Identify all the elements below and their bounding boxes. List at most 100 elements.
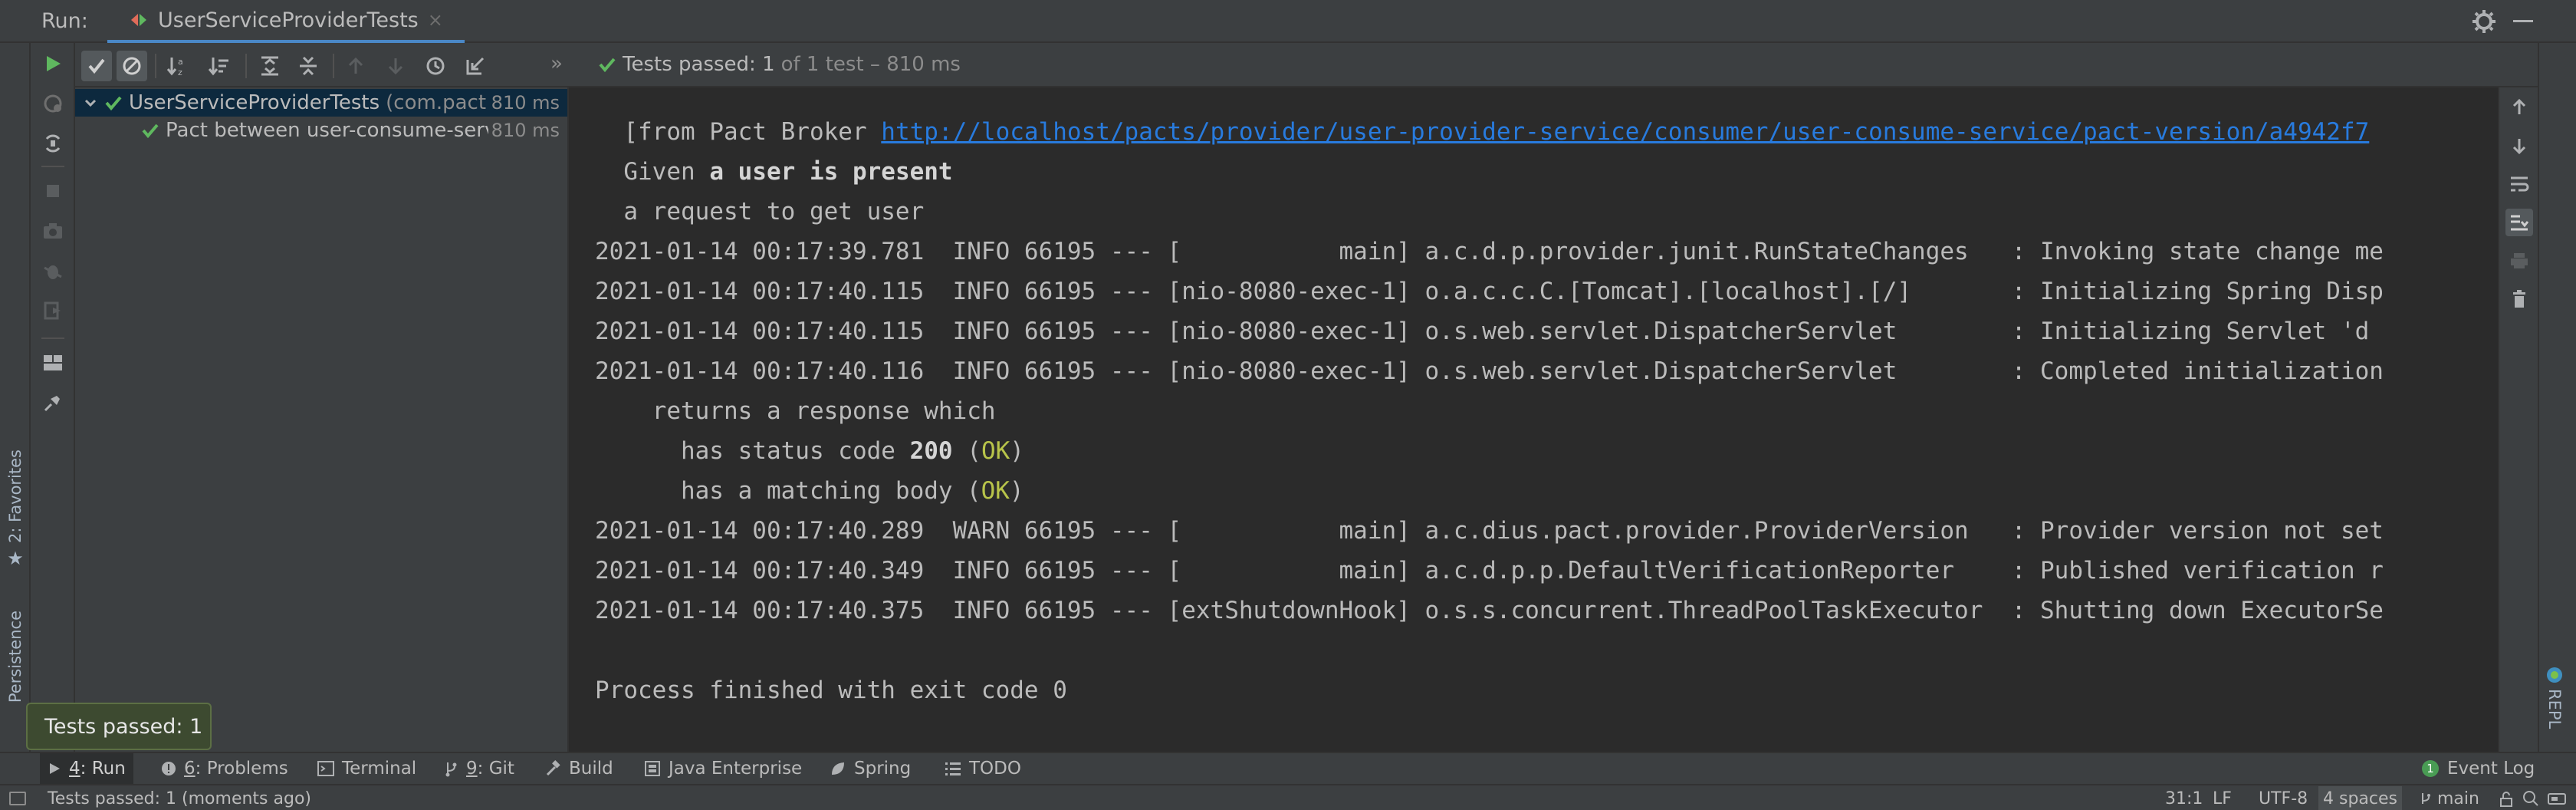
tests-details-label: of 1 test – 810 ms <box>780 53 961 76</box>
right-tool-stripe: REPL <box>2538 43 2576 752</box>
given-prefix: Given <box>595 158 710 186</box>
console-log-line: 2021-01-14 00:17:40.115 INFO 66195 --- [… <box>595 318 2370 345</box>
toolbar-separator <box>41 166 64 167</box>
dump-threads-button[interactable] <box>40 218 66 244</box>
collapse-all-icon <box>300 56 317 76</box>
spring-icon <box>830 760 846 777</box>
build-tool-window-button[interactable]: Build <box>537 753 621 784</box>
console-log-line: 2021-01-14 00:17:40.116 INFO 66195 --- [… <box>595 357 2384 385</box>
scroll-to-end-icon <box>2511 215 2529 231</box>
ok-result: OK <box>981 437 1010 465</box>
checkmark-icon <box>88 58 105 74</box>
todo-tool-window-button[interactable]: TODO <box>937 753 1029 784</box>
arrow-up-icon <box>2512 98 2526 114</box>
spring-tool-window-button[interactable]: Spring <box>822 753 918 784</box>
exit-button[interactable] <box>40 298 66 324</box>
git-tool-label: : Git <box>477 759 514 779</box>
expand-all-icon <box>261 56 278 76</box>
toggle-auto-test-button[interactable] <box>40 130 66 156</box>
spring-tool-label: Spring <box>854 759 912 779</box>
git-tool-number: 9 <box>466 759 478 779</box>
terminal-tool-window-button[interactable]: Terminal <box>310 753 424 784</box>
expand-all-button[interactable] <box>255 51 285 81</box>
process-finished-line: Process finished with exit code 0 <box>595 677 1067 704</box>
auto-test-icon <box>45 134 61 153</box>
event-log-tool-window-button[interactable]: 1 Event Log <box>2413 753 2542 784</box>
run-tool-window-button[interactable]: 4: Run <box>40 753 133 784</box>
play-icon <box>47 56 61 71</box>
layout-button[interactable] <box>40 350 66 376</box>
sort-by-duration-button[interactable] <box>204 51 235 81</box>
pact-broker-link[interactable]: http://localhost/pacts/provider/user-pro… <box>881 118 2369 146</box>
tree-row-test-case[interactable]: Pact between user-consume-serv 810 ms <box>75 117 567 144</box>
import-icon <box>466 57 485 75</box>
tests-passed-tooltip: Tests passed: 1 <box>26 703 212 750</box>
toggle-tool-windows-icon[interactable] <box>9 792 26 805</box>
console-line: has status code 200 (OK) <box>595 431 1024 471</box>
up-stack-button[interactable] <box>2505 94 2533 121</box>
repl-tool-tab[interactable]: REPL <box>2545 666 2564 729</box>
scroll-to-end-button[interactable] <box>2505 209 2533 236</box>
git-branch-widget[interactable]: main <box>2420 789 2479 808</box>
soft-wrap-button[interactable] <box>2505 170 2533 198</box>
run-config-tab[interactable]: UserServiceProviderTests × <box>107 0 465 43</box>
left-tool-stripe: 2: Favorites ★ Persistence <box>0 43 31 752</box>
test-status-summary: Tests passed: 1 of 1 test – 810 ms <box>598 53 961 76</box>
more-actions-chevron[interactable]: » <box>550 52 563 75</box>
minimize-icon[interactable] <box>2513 20 2533 22</box>
clear-all-button[interactable] <box>2505 285 2533 313</box>
line-separator[interactable]: LF <box>2213 789 2232 808</box>
down-stack-button[interactable] <box>2505 132 2533 160</box>
console-log-line: 2021-01-14 00:17:40.349 INFO 66195 --- [… <box>595 557 2384 584</box>
pin-tab-button[interactable] <box>40 390 66 416</box>
console-log-line: 2021-01-14 00:17:40.289 WARN 66195 --- [… <box>595 517 2384 545</box>
test-class-duration: 810 ms <box>488 92 560 114</box>
pact-source-prefix: [from Pact Broker <box>595 118 882 146</box>
stop-button[interactable] <box>40 178 66 204</box>
test-results-tree: UserServiceProviderTests (com.pact 810 m… <box>75 87 569 752</box>
debug-disabled-button[interactable] <box>40 258 66 284</box>
tree-row-test-class[interactable]: UserServiceProviderTests (com.pact 810 m… <box>75 89 567 117</box>
console-output[interactable]: [from Pact Broker http://localhost/pacts… <box>570 87 2498 752</box>
problems-tool-window-button[interactable]: 6: Problems <box>153 753 296 784</box>
java-enterprise-tool-window-button[interactable]: Java Enterprise <box>636 753 810 784</box>
file-encoding[interactable]: UTF-8 <box>2259 789 2308 808</box>
checkmark-icon <box>142 123 159 139</box>
chevron-down-icon[interactable] <box>83 95 98 110</box>
gear-icon[interactable] <box>2470 8 2498 35</box>
persistence-label: Persistence <box>6 611 25 703</box>
branch-icon <box>2422 793 2430 804</box>
favorites-tool-tab[interactable]: 2: Favorites ★ <box>3 449 28 569</box>
inspector-icon[interactable] <box>2522 790 2539 807</box>
bug-icon <box>44 265 62 279</box>
trash-icon <box>2513 290 2525 308</box>
persistence-tool-tab[interactable]: Persistence <box>3 611 28 703</box>
memory-indicator-icon[interactable] <box>2547 790 2567 807</box>
test-history-button[interactable] <box>420 51 451 81</box>
console-line: has a matching body (OK) <box>595 471 1024 511</box>
previous-failed-button[interactable] <box>340 51 371 81</box>
caret-position[interactable]: 31:1 <box>2165 789 2203 808</box>
indent-setting[interactable]: 4 spaces <box>2318 786 2402 810</box>
rerun-failed-button[interactable] <box>40 91 66 117</box>
show-ignored-button[interactable] <box>117 51 147 81</box>
rerun-button[interactable] <box>40 51 66 77</box>
print-button[interactable] <box>2505 247 2533 275</box>
close-tab-icon[interactable]: × <box>428 9 443 31</box>
tool-window-bar: 4: Run 6: Problems Terminal 9: Git Build… <box>0 752 2576 784</box>
sort-alpha-icon: az <box>166 57 183 77</box>
arrow-up-icon <box>348 57 363 74</box>
git-branch-name: main <box>2437 789 2479 808</box>
play-icon <box>48 762 61 775</box>
java-enterprise-tool-label: Java Enterprise <box>669 759 803 779</box>
next-failed-button[interactable] <box>380 51 411 81</box>
lock-icon[interactable] <box>2499 792 2513 807</box>
printer-icon <box>2511 253 2528 268</box>
sort-alphabetically-button[interactable]: az <box>163 51 193 81</box>
show-passed-button[interactable] <box>81 51 112 81</box>
status-message[interactable]: Tests passed: 1 (moments ago) <box>48 789 311 808</box>
git-tool-window-button[interactable]: 9: Git <box>435 753 522 784</box>
sort-duration-icon <box>208 58 228 76</box>
import-tests-button[interactable] <box>460 51 491 81</box>
collapse-all-button[interactable] <box>293 51 324 81</box>
